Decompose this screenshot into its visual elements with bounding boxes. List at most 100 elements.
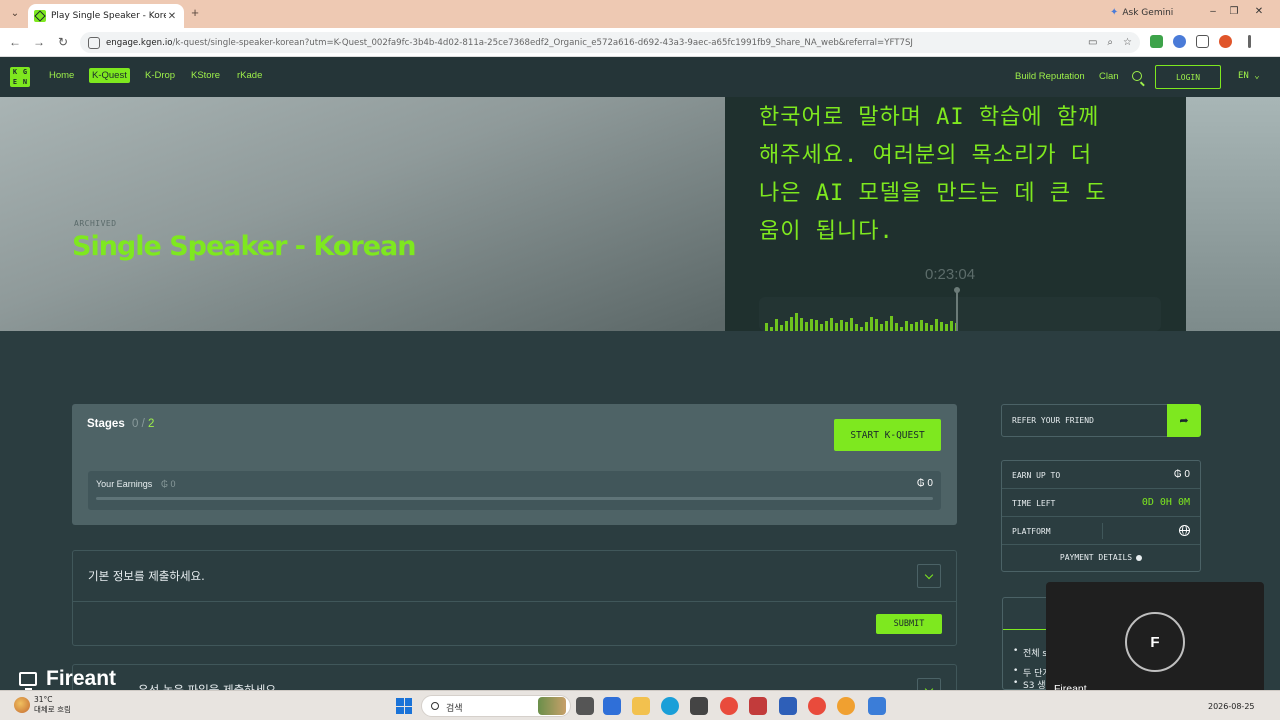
task-view-icon[interactable] <box>576 697 594 715</box>
waveform-bar <box>945 324 948 331</box>
waveform-bar <box>885 321 888 331</box>
waveform-bar <box>850 318 853 331</box>
extensions-puzzle-icon[interactable] <box>1196 35 1209 48</box>
earn-up-to-row: EARN UP TO ₲ 0 <box>1002 461 1200 489</box>
cast-icon[interactable]: ▭ <box>1088 37 1097 48</box>
hero-preview-panel: 한국어로 말하며 AI 학습에 함께 해주세요. 여러분의 목소리가 더 나은 … <box>725 97 1186 331</box>
forward-arrow-icon[interactable]: → <box>32 35 46 49</box>
edge-icon[interactable] <box>661 697 679 715</box>
file-explorer-icon[interactable] <box>632 697 650 715</box>
payment-details-link[interactable]: PAYMENT DETAILS <box>1002 553 1200 562</box>
waveform-bar <box>765 323 768 331</box>
back-arrow-icon[interactable]: ← <box>8 35 22 49</box>
minimize-icon[interactable]: – <box>1206 6 1220 17</box>
earnings-label: Your Earnings <box>96 479 153 489</box>
earnings-bar: Your Earnings ₲ 0 ₲ 0 <box>88 471 941 510</box>
login-button[interactable]: LOGIN <box>1155 65 1221 89</box>
language-selector[interactable]: EN ⌄ <box>1238 71 1260 81</box>
tab-search-chevron-icon[interactable]: ⌄ <box>6 6 24 22</box>
nav-kstore[interactable]: KStore <box>191 70 220 81</box>
download-icon[interactable] <box>1219 35 1232 48</box>
store-icon[interactable] <box>690 697 708 715</box>
waveform-bar <box>825 321 828 331</box>
refer-friend-label: REFER YOUR FRIEND <box>1012 416 1094 425</box>
url-text[interactable]: engage.kgen.io/k-quest/single-speaker-ko… <box>106 38 1088 48</box>
chevron-down-icon <box>924 570 934 579</box>
nav-k-quest[interactable]: K-Quest <box>89 68 130 83</box>
notepad-icon[interactable] <box>779 697 797 715</box>
extension-green-icon[interactable] <box>1150 35 1163 48</box>
waveform-bar <box>915 322 918 331</box>
active-app-icon[interactable] <box>868 697 886 715</box>
nav-k-drop[interactable]: K-Drop <box>145 70 175 81</box>
weather-widget[interactable]: 31°C 대체로 흐림 <box>14 695 71 715</box>
url-omnibox[interactable]: engage.kgen.io/k-quest/single-speaker-ko… <box>80 32 1140 53</box>
nav-clan[interactable]: Clan <box>1099 71 1119 82</box>
chrome-icon[interactable] <box>720 697 738 715</box>
stages-count: 0 / 2 <box>132 418 155 430</box>
reload-icon[interactable]: ↻ <box>56 35 70 49</box>
quest-hero: ARCHIVED Single Speaker - Korean 한국어로 말하… <box>0 97 1280 331</box>
info-icon <box>1136 554 1143 561</box>
waveform-bar <box>835 323 838 331</box>
weather-temp: 31°C <box>34 695 53 704</box>
nav-home[interactable]: Home <box>49 70 74 81</box>
browser-tab[interactable]: Play Single Speaker - Korean, ... ✕ <box>28 4 184 28</box>
windows-start-icon[interactable] <box>396 698 412 714</box>
waveform-bar <box>890 316 893 331</box>
waveform-bar <box>780 325 783 331</box>
waveform-bar <box>795 313 798 331</box>
search-icon[interactable] <box>1132 71 1142 81</box>
time-left-value: 0D 0H 0M <box>1141 497 1190 508</box>
search-highlight-image <box>538 697 566 715</box>
app-icon[interactable] <box>749 697 767 715</box>
waveform-bar <box>840 320 843 331</box>
bookmark-star-icon[interactable]: ☆ <box>1123 37 1132 48</box>
section-title: 기본 정보를 제출하세요. <box>88 569 205 583</box>
weather-icon <box>14 697 30 713</box>
basic-info-section: 기본 정보를 제출하세요. SUBMIT <box>72 550 957 646</box>
waveform-bar <box>865 322 868 331</box>
tab-title: Play Single Speaker - Korean, ... <box>51 11 166 21</box>
quest-status: ARCHIVED <box>74 219 117 228</box>
waveform-bar <box>805 322 808 331</box>
browser-menu-icon[interactable] <box>1248 35 1251 48</box>
restore-icon[interactable]: ❐ <box>1227 6 1241 17</box>
stages-label: Stages <box>87 418 125 430</box>
zoom-icon[interactable]: ⌕ <box>1107 37 1113 48</box>
close-tab-icon[interactable]: ✕ <box>166 11 178 22</box>
waveform-bar <box>900 327 903 331</box>
waveform-bar <box>860 327 863 331</box>
site-info-icon[interactable] <box>88 36 100 49</box>
video-call-overlay[interactable]: F Fireant <box>1046 582 1264 704</box>
site-header: K G E N Home K-Quest K-Drop KStore rKade… <box>0 57 1280 97</box>
waveform-bar <box>815 320 818 331</box>
presenter-name: Fireant <box>46 667 117 690</box>
nav-rkade[interactable]: rKade <box>237 70 262 81</box>
monitor-icon <box>19 672 37 690</box>
rule-item: 전체 s <box>1013 646 1047 659</box>
ask-gemini-button[interactable]: ✦ Ask Gemini <box>1110 7 1173 18</box>
waveform-bar <box>910 324 913 331</box>
waveform-bar <box>925 323 928 331</box>
share-arrow-icon: ➦ <box>1179 415 1189 427</box>
chrome-profile-2-icon[interactable] <box>837 697 855 715</box>
extension-blue-icon[interactable] <box>1173 35 1186 48</box>
audio-waveform <box>759 297 1161 331</box>
copilot-icon[interactable] <box>603 697 621 715</box>
expand-chevron-button[interactable] <box>917 564 941 588</box>
close-window-icon[interactable]: ✕ <box>1252 6 1266 17</box>
share-button[interactable]: ➦ <box>1167 404 1201 437</box>
stages-card: Stages 0 / 2 START K-QUEST Your Earnings… <box>72 404 957 525</box>
chrome-profile-icon[interactable] <box>808 697 826 715</box>
earnings-total: ₲ 0 <box>916 478 933 489</box>
new-tab-plus-icon[interactable]: + <box>188 6 202 20</box>
waveform-bar <box>820 324 823 331</box>
nav-build-reputation[interactable]: Build Reputation <box>1015 71 1085 82</box>
kgen-logo[interactable]: K G E N <box>10 67 30 87</box>
submit-button[interactable]: SUBMIT <box>876 614 942 634</box>
waveform-bar <box>930 325 933 331</box>
ask-gemini-label: Ask Gemini <box>1122 7 1174 18</box>
waveform-playhead <box>954 287 960 331</box>
start-k-quest-button[interactable]: START K-QUEST <box>834 419 941 451</box>
